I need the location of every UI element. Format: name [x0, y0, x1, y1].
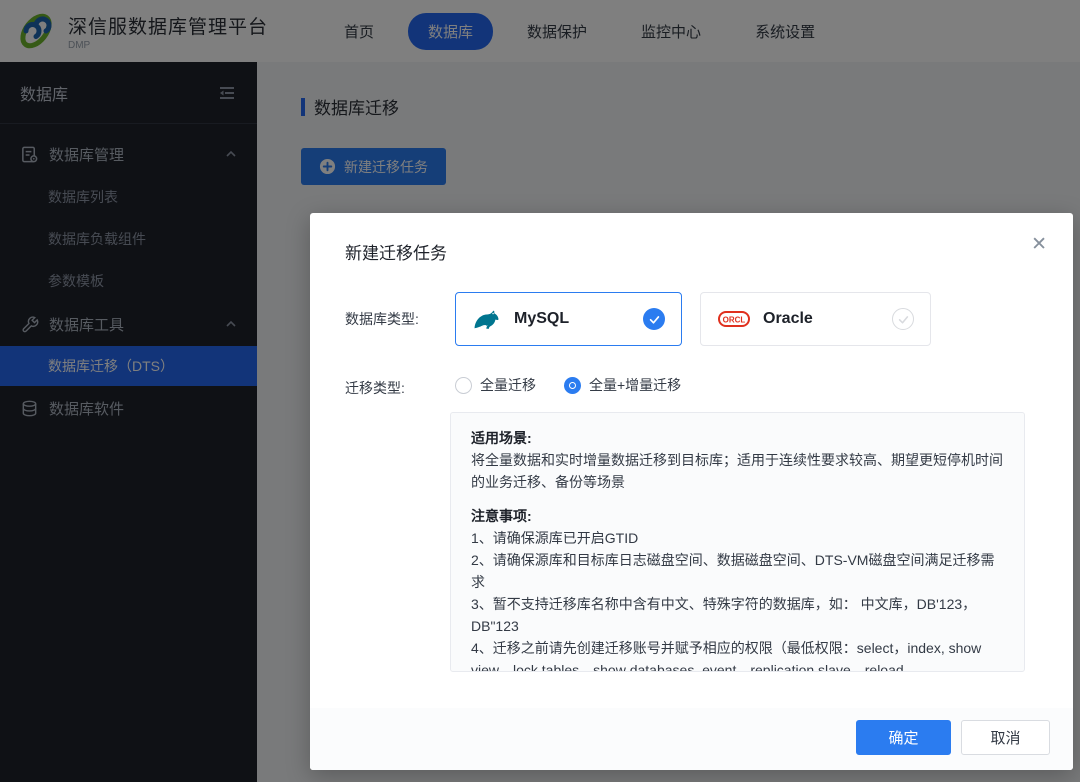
- modal-footer: 确定 取消: [310, 708, 1073, 770]
- radio-label-full[interactable]: 全量迁移: [480, 375, 536, 395]
- selected-check-icon: [643, 308, 665, 330]
- confirm-button[interactable]: 确定: [856, 720, 951, 755]
- migration-type-label: 迁移类型:: [345, 378, 405, 398]
- db-type-option-oracle[interactable]: ORCL Oracle: [700, 292, 931, 346]
- radio-full-plus-incremental[interactable]: [564, 377, 581, 394]
- notice-item: 3、暂不支持迁移库名称中含有中文、特殊字符的数据库，如： 中文库，DB'123，…: [471, 593, 1004, 637]
- migration-type-options: 全量迁移 全量+增量迁移: [455, 375, 709, 395]
- unselected-check-icon: [892, 308, 914, 330]
- db-option-name: Oracle: [763, 310, 813, 328]
- db-type-label: 数据库类型:: [345, 309, 419, 329]
- create-migration-task-modal: 新建迁移任务 ✕ 数据库类型: MySQL ORCL Oracle 迁移类型: …: [310, 213, 1073, 770]
- svg-text:ORCL: ORCL: [723, 316, 746, 325]
- migration-notice-panel: 适用场景: 将全量数据和实时增量数据迁移到目标库；适用于连续性要求较高、期望更短…: [450, 412, 1025, 672]
- close-icon[interactable]: ✕: [1031, 235, 1047, 254]
- notes-title: 注意事项:: [471, 508, 532, 524]
- scene-title: 适用场景:: [471, 430, 532, 446]
- notice-item: 2、请确保源库和目标库日志磁盘空间、数据磁盘空间、DTS-VM磁盘空间满足迁移需…: [471, 549, 1004, 593]
- oracle-icon: ORCL: [717, 308, 751, 330]
- mysql-dolphin-icon: [472, 306, 502, 332]
- notice-item: 1、请确保源库已开启GTID: [471, 527, 1004, 549]
- radio-label-full-incremental[interactable]: 全量+增量迁移: [589, 375, 681, 395]
- cancel-button[interactable]: 取消: [961, 720, 1050, 755]
- modal-title: 新建迁移任务: [345, 239, 447, 264]
- scene-text: 将全量数据和实时增量数据迁移到目标库；适用于连续性要求较高、期望更短停机时间的业…: [471, 449, 1004, 493]
- db-type-option-mysql[interactable]: MySQL: [455, 292, 682, 346]
- notice-item: 4、迁移之前请先创建迁移账号并赋予相应的权限（最低权限：select，index…: [471, 637, 1004, 672]
- db-option-name: MySQL: [514, 310, 569, 328]
- radio-full-migration[interactable]: [455, 377, 472, 394]
